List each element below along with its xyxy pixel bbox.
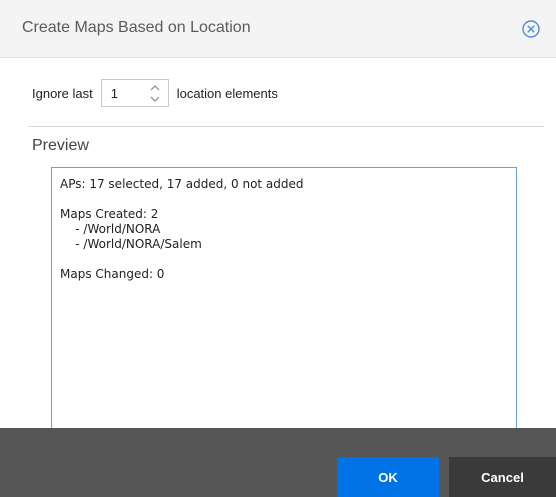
ignore-count-value[interactable]: 1 [111,86,118,101]
preview-spacer [60,192,508,207]
cancel-button[interactable]: Cancel [449,457,556,497]
section-divider [28,126,544,127]
ignore-elements-row: Ignore last 1 location elements [32,78,278,108]
preview-map-path-2: - /World/NORA/Salem [60,237,202,251]
ignore-suffix-label: location elements [176,85,278,101]
chevron-down-icon[interactable] [148,94,162,104]
create-maps-dialog: Create Maps Based on Location Ignore las… [0,0,556,497]
ignore-prefix-label: Ignore last [32,85,93,101]
close-icon[interactable] [521,19,541,39]
preview-map-path-1: - /World/NORA [60,222,161,236]
chevron-up-icon[interactable] [148,83,162,93]
ignore-count-stepper[interactable]: 1 [100,79,169,107]
dialog-title: Create Maps Based on Location [22,19,251,36]
ok-button[interactable]: OK [337,457,439,497]
preview-text-area[interactable]: APs: 17 selected, 17 added, 0 not added … [51,167,517,438]
preview-maps-changed-line: Maps Changed: 0 [60,267,165,281]
dialog-title-bar: Create Maps Based on Location [0,0,556,58]
preview-maps-created-line: Maps Created: 2 [60,207,159,221]
preview-spacer [60,252,508,267]
preview-label: Preview [32,137,89,154]
preview-aps-line: APs: 17 selected, 17 added, 0 not added [60,177,304,191]
